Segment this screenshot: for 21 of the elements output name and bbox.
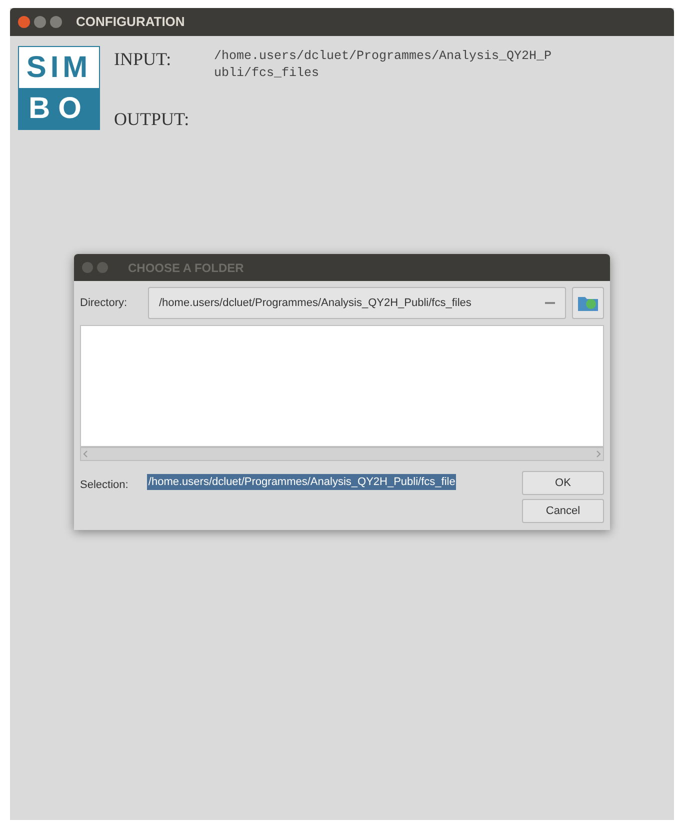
path-text: /home.users/dcluet/Programmes/Analysis_QY2H_P ubli/fcs_files: [214, 48, 552, 82]
folder-icon: [577, 294, 599, 312]
logo: SIM BO: [18, 46, 100, 130]
directory-dropdown[interactable]: /home.users/dcluet/Programmes/Analysis_QY2H_Publi/fcs_files: [148, 287, 566, 319]
scroll-right-icon[interactable]: [596, 450, 601, 458]
selection-label: Selection:: [80, 478, 130, 493]
folder-list[interactable]: [80, 325, 604, 447]
dialog-button[interactable]: Cancel: [522, 499, 604, 523]
window-title: CONFIGURATION: [76, 13, 185, 32]
maximize-icon[interactable]: [97, 262, 108, 273]
directory-label: Directory:: [80, 296, 128, 311]
minimize-icon[interactable]: [34, 16, 46, 28]
dialog-button[interactable]: OK: [522, 471, 604, 495]
scroll-left-icon[interactable]: [83, 450, 88, 458]
close-icon[interactable]: [18, 16, 30, 28]
scrollbar[interactable]: [80, 447, 604, 461]
field-label: OUTPUT:: [114, 108, 190, 131]
maximize-icon[interactable]: [50, 16, 62, 28]
field-label: INPUT:: [114, 48, 172, 71]
close-icon[interactable]: [82, 262, 93, 273]
new-folder-button[interactable]: [572, 287, 604, 319]
